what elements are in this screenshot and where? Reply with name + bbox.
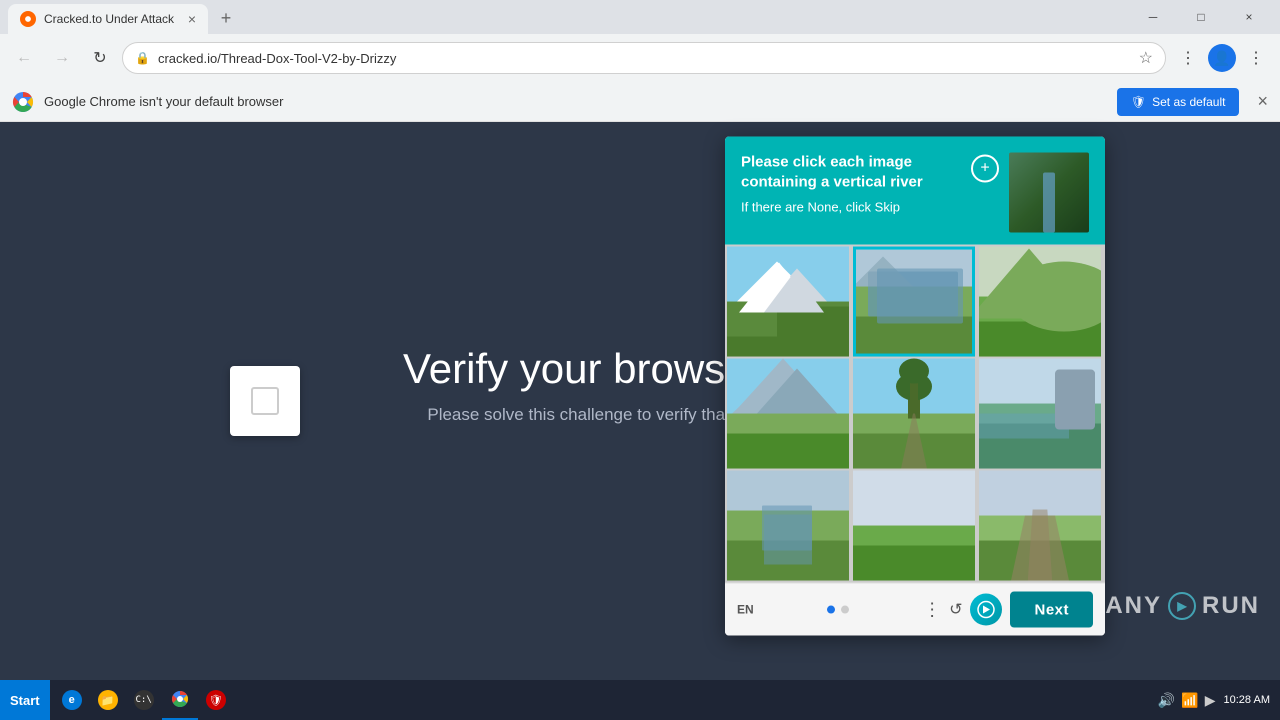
- captcha-image-1[interactable]: [727, 247, 849, 357]
- tab-bar: Cracked.to Under Attack × +: [8, 0, 1126, 34]
- taskbar: Start e 📁 C:\: [0, 680, 1280, 720]
- captcha-dot-2: [841, 606, 849, 614]
- notification-close-btn[interactable]: ×: [1257, 91, 1268, 112]
- taskbar-battery-icon: ▶: [1205, 692, 1216, 709]
- tab-close-btn[interactable]: ×: [188, 11, 196, 27]
- captcha-refresh-btn[interactable]: ↺: [949, 600, 962, 620]
- captcha-next-btn[interactable]: Next: [1010, 592, 1093, 628]
- notification-text: Google Chrome isn't your default browser: [44, 94, 1107, 109]
- tab-favicon: [20, 11, 36, 27]
- captcha-footer: EN ⋮ ↺ Next: [725, 583, 1105, 636]
- active-tab[interactable]: Cracked.to Under Attack ×: [8, 4, 208, 34]
- captcha-image-3[interactable]: [979, 247, 1101, 357]
- browser-window: Cracked.to Under Attack × + ─ □ × ← → ↻ …: [0, 0, 1280, 680]
- taskbar-clock: 10:28 AM: [1224, 694, 1270, 706]
- taskbar-network-icon[interactable]: 📶: [1181, 692, 1198, 709]
- minimize-btn[interactable]: ─: [1130, 0, 1176, 34]
- tab-title: Cracked.to Under Attack: [44, 12, 180, 26]
- anyrun-play-icon: ▶: [1168, 592, 1196, 620]
- captcha-image-8[interactable]: [853, 471, 975, 581]
- captcha-image-6[interactable]: [979, 359, 1101, 469]
- nav-bar: ← → ↻ 🔒 cracked.io/Thread-Dox-Tool-V2-by…: [0, 34, 1280, 82]
- captcha-brand-icon[interactable]: [970, 594, 1002, 626]
- address-bar[interactable]: 🔒 cracked.io/Thread-Dox-Tool-V2-by-Drizz…: [122, 42, 1166, 74]
- profile-icon[interactable]: 👤: [1208, 44, 1236, 72]
- extensions-btn[interactable]: ⋮: [1172, 42, 1204, 74]
- captcha-language: EN: [737, 603, 754, 617]
- chrome-logo: [12, 91, 34, 113]
- page-content: Verify your browser...d.to. Please solve…: [0, 122, 1280, 680]
- start-button[interactable]: Start: [0, 680, 50, 720]
- captcha-instruction: Please click each image containing a ver…: [741, 153, 961, 215]
- captcha-image-2[interactable]: [853, 247, 975, 357]
- captcha-menu-btn[interactable]: ⋮: [923, 599, 941, 620]
- lock-icon: 🔒: [135, 51, 150, 65]
- window-controls: ─ □ ×: [1130, 0, 1272, 34]
- taskbar-item-folder[interactable]: 📁: [90, 680, 126, 720]
- captcha-expand-btn[interactable]: +: [971, 155, 999, 183]
- captcha-image-7[interactable]: [727, 471, 849, 581]
- taskbar-item-chrome[interactable]: [162, 680, 198, 720]
- captcha-checkbox-widget: [230, 366, 300, 436]
- captcha-header: Please click each image containing a ver…: [725, 137, 1105, 245]
- captcha-preview-image: [1009, 153, 1089, 233]
- captcha-image-4[interactable]: [727, 359, 849, 469]
- captcha-image-grid: [725, 245, 1105, 583]
- forward-btn[interactable]: →: [46, 42, 78, 74]
- captcha-preview-river-indicator: [1043, 173, 1055, 233]
- captcha-progress-dots: [754, 606, 923, 614]
- taskbar-system-icons: 🔊 📶 ▶: [1158, 692, 1216, 709]
- taskbar-item-ie[interactable]: e: [54, 680, 90, 720]
- captcha-checkbox[interactable]: [251, 387, 279, 415]
- captcha-widget: Please click each image containing a ver…: [725, 137, 1105, 636]
- captcha-action-buttons: ⋮ ↺ Next: [923, 592, 1093, 628]
- shield-icon: 🛡: [1131, 95, 1146, 109]
- captcha-image-9[interactable]: [979, 471, 1101, 581]
- menu-btn[interactable]: ⋮: [1240, 42, 1272, 74]
- captcha-dot-1: [827, 606, 835, 614]
- back-btn[interactable]: ←: [8, 42, 40, 74]
- taskbar-items: e 📁 C:\: [50, 680, 1148, 720]
- set-default-btn[interactable]: 🛡 Set as default: [1117, 88, 1240, 116]
- close-btn[interactable]: ×: [1226, 0, 1272, 34]
- nav-right-buttons: ⋮ 👤 ⋮: [1172, 42, 1272, 74]
- taskbar-right: 🔊 📶 ▶ 10:28 AM: [1148, 692, 1280, 709]
- bookmark-icon[interactable]: ☆: [1139, 48, 1153, 68]
- captcha-instruction-text: Please click each image containing a ver…: [741, 153, 961, 192]
- new-tab-btn[interactable]: +: [212, 4, 240, 32]
- taskbar-item-av[interactable]: 🛡: [198, 680, 234, 720]
- taskbar-volume-icon[interactable]: 🔊: [1158, 692, 1175, 709]
- anyrun-logo: ANY ▶ RUN: [1105, 592, 1260, 620]
- refresh-btn[interactable]: ↻: [84, 42, 116, 74]
- captcha-image-5[interactable]: [853, 359, 975, 469]
- title-bar: Cracked.to Under Attack × + ─ □ ×: [0, 0, 1280, 34]
- taskbar-item-cmd[interactable]: C:\: [126, 680, 162, 720]
- captcha-skip-text: If there are None, click Skip: [741, 200, 961, 215]
- maximize-btn[interactable]: □: [1178, 0, 1224, 34]
- notification-bar: Google Chrome isn't your default browser…: [0, 82, 1280, 122]
- url-text: cracked.io/Thread-Dox-Tool-V2-by-Drizzy: [158, 51, 1131, 66]
